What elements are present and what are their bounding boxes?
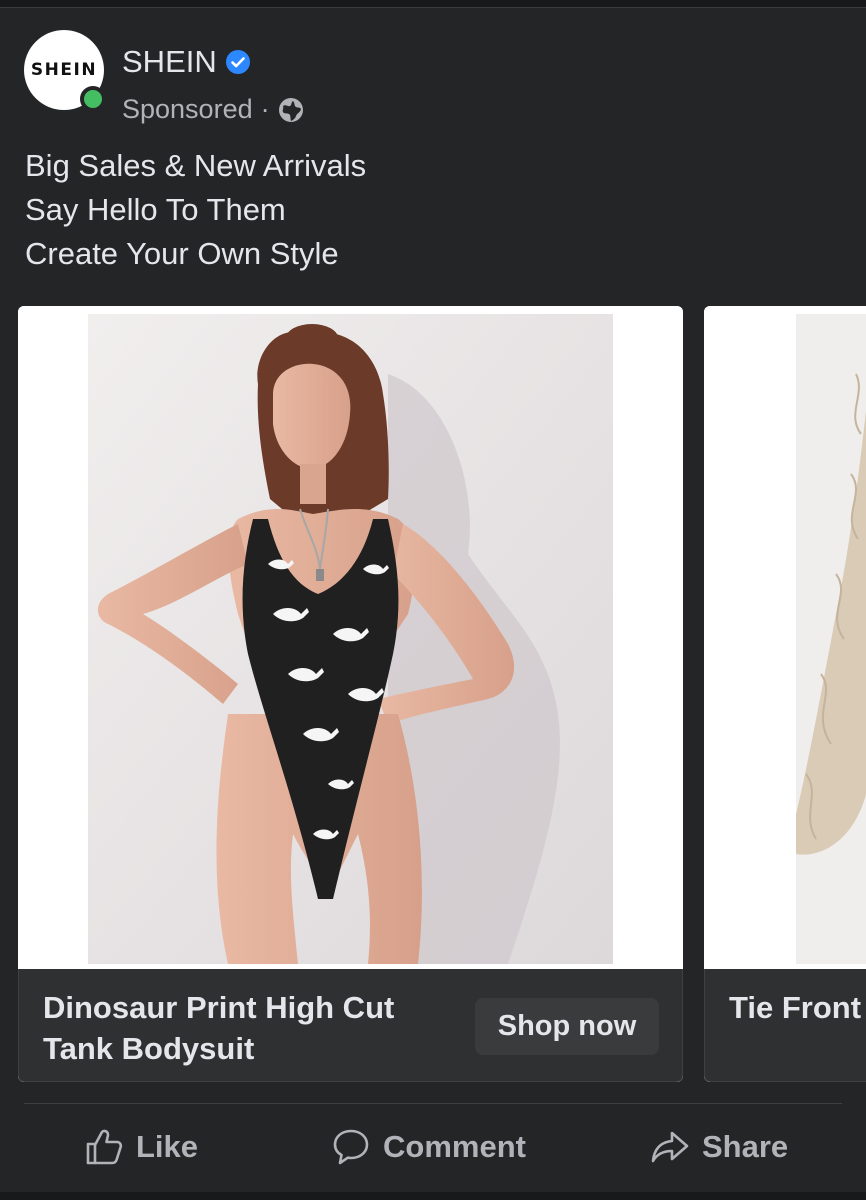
comment-button[interactable]: Comment: [331, 1114, 526, 1180]
speech-bubble-icon: [333, 1129, 369, 1165]
product-photo: [88, 314, 613, 964]
page-name-link[interactable]: SHEIN: [122, 44, 217, 80]
product-title[interactable]: Dinosaur Print High Cut Tank Bodysuit: [43, 987, 443, 1069]
page-name-row: SHEIN: [122, 44, 251, 80]
carousel-card[interactable]: Tie Front Textured: [704, 306, 866, 1082]
avatar-logo-text: SHEIN: [30, 60, 98, 80]
globe-icon[interactable]: [278, 97, 304, 123]
post-meta-row: Sponsored ·: [122, 94, 304, 125]
thumbs-up-icon: [86, 1129, 123, 1165]
card-footer: Dinosaur Print High Cut Tank Bodysuit Sh…: [18, 969, 683, 1082]
product-photo: [796, 314, 866, 964]
like-button[interactable]: Like: [84, 1114, 198, 1180]
share-button[interactable]: Share: [650, 1114, 788, 1180]
top-divider: [0, 0, 866, 8]
like-label: Like: [136, 1129, 199, 1164]
post-caption: Big Sales & New Arrivals Say Hello To Th…: [25, 144, 825, 276]
share-arrow-icon: [651, 1131, 689, 1163]
sponsored-label[interactable]: Sponsored: [122, 94, 253, 125]
product-title[interactable]: Tie Front Textured: [729, 987, 866, 1028]
caption-line: Big Sales & New Arrivals: [25, 148, 367, 183]
share-label: Share: [702, 1129, 789, 1164]
carousel-card[interactable]: Dinosaur Print High Cut Tank Bodysuit Sh…: [18, 306, 683, 1082]
sponsored-post: SHEIN SHEIN Sponsored · Big Sales & New …: [0, 8, 866, 1192]
shop-now-button[interactable]: Shop now: [475, 998, 659, 1055]
caption-line: Create Your Own Style: [25, 236, 339, 271]
product-image-area[interactable]: [704, 306, 866, 969]
post-header: SHEIN SHEIN Sponsored ·: [24, 30, 624, 124]
actions-divider: [24, 1103, 842, 1104]
caption-line: Say Hello To Them: [25, 192, 286, 227]
online-status-dot: [80, 86, 106, 112]
product-image-area[interactable]: [18, 306, 683, 969]
verified-badge-icon: [225, 49, 251, 75]
bottom-divider: [0, 1192, 866, 1200]
meta-separator: ·: [260, 94, 270, 124]
comment-label: Comment: [383, 1129, 526, 1164]
post-actions-bar: Like Comment Share: [0, 1114, 866, 1180]
card-footer: Tie Front Textured: [704, 969, 866, 1082]
